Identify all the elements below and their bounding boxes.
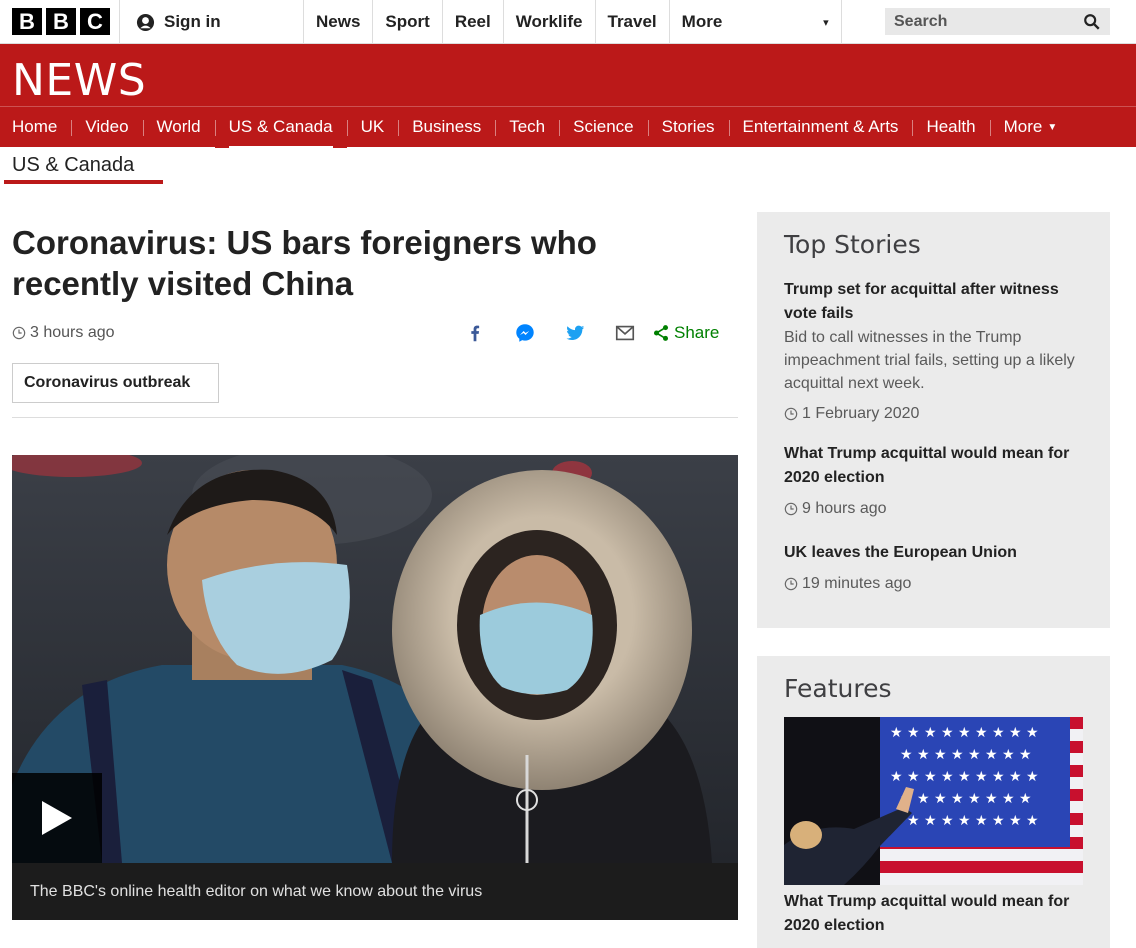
search-icon [1084, 13, 1100, 30]
top-story-item[interactable]: Trump set for acquittal after witness vo… [784, 278, 1089, 423]
story-headline[interactable]: What Trump acquittal would mean for 2020… [784, 442, 1089, 490]
story-time: 19 minutes ago [802, 575, 912, 592]
video-caption: The BBC's online health editor on what w… [12, 863, 738, 920]
svg-text:★ ★ ★ ★ ★ ★ ★ ★: ★ ★ ★ ★ ★ ★ ★ ★ [900, 791, 1032, 807]
email-share-button[interactable] [600, 320, 650, 346]
feature-image[interactable]: ★ ★ ★ ★ ★ ★ ★ ★ ★ ★ ★ ★ ★ ★ ★ ★ ★ ★ ★ ★ … [784, 717, 1083, 885]
facebook-icon [471, 325, 480, 342]
article-timestamp: 3 hours ago [12, 324, 115, 342]
play-icon [42, 801, 72, 835]
story-timestamp: 19 minutes ago [784, 575, 1089, 593]
subnav-health[interactable]: Health [912, 107, 989, 148]
subnav-us-canada[interactable]: US & Canada [214, 106, 347, 149]
messenger-share-button[interactable] [500, 320, 550, 346]
top-stories-panel: Top Stories Trump set for acquittal afte… [757, 212, 1110, 628]
topic-tag[interactable]: Coronavirus outbreak [12, 363, 219, 403]
story-summary: Bid to call witnesses in the Trump impea… [784, 329, 1075, 392]
messenger-icon [516, 324, 534, 342]
clock-icon [784, 577, 798, 591]
svg-text:★ ★ ★ ★ ★ ★ ★ ★ ★: ★ ★ ★ ★ ★ ★ ★ ★ ★ [890, 769, 1039, 785]
search-label: Search [894, 12, 948, 30]
clock-icon [784, 502, 798, 516]
nav-more-dropdown[interactable]: More ▾ [670, 0, 842, 44]
subnav-more[interactable]: More ▼ [989, 107, 1072, 148]
features-panel: Features ★ ★ ★ ★ ★ ★ ★ ★ ★ ★ ★ ★ ★ ★ ★ ★… [757, 656, 1110, 948]
subnav-science[interactable]: Science [559, 107, 647, 148]
top-story-item[interactable]: What Trump acquittal would mean for 2020… [784, 442, 1089, 518]
feature-headline[interactable]: What Trump acquittal would mean for 2020… [784, 890, 1089, 938]
subnav-more-label: More [1003, 117, 1043, 136]
nav-sport[interactable]: Sport [373, 0, 443, 44]
twitter-icon [566, 325, 585, 341]
section-underline [4, 180, 163, 184]
logo-letter: B [46, 8, 76, 35]
subnav-video[interactable]: Video [71, 107, 142, 148]
top-story-item[interactable]: UK leaves the European Union 19 minutes … [784, 541, 1089, 593]
clock-icon [784, 407, 798, 421]
caret-down-icon: ▼ [1047, 121, 1058, 133]
clock-icon [12, 326, 26, 340]
facebook-share-button[interactable] [450, 320, 500, 346]
nav-reel[interactable]: Reel [443, 0, 504, 44]
subnav-tech[interactable]: Tech [495, 107, 559, 148]
article-headline: Coronavirus: US bars foreigners who rece… [12, 224, 597, 302]
story-timestamp: 1 February 2020 [784, 405, 1089, 423]
story-time: 1 February 2020 [802, 405, 920, 422]
logo-letter: B [12, 8, 42, 35]
share-button[interactable]: Share [652, 323, 719, 343]
subnav-home[interactable]: Home [0, 107, 71, 148]
article-time: 3 hours ago [30, 324, 115, 341]
news-header: NEWS Home Video World US & Canada UK Bus… [0, 44, 1136, 149]
nav-travel[interactable]: Travel [596, 0, 670, 44]
news-subnav: Home Video World US & Canada UK Business… [0, 106, 1136, 149]
svg-text:★ ★ ★ ★ ★ ★ ★ ★ ★: ★ ★ ★ ★ ★ ★ ★ ★ ★ [890, 813, 1039, 829]
bbc-logo[interactable]: B B C [12, 8, 110, 35]
share-icon [653, 325, 669, 341]
subnav-entertainment[interactable]: Entertainment & Arts [728, 107, 913, 148]
share-tools: Share [450, 320, 719, 346]
subnav-stories[interactable]: Stories [647, 107, 729, 148]
svg-text:★ ★ ★ ★ ★ ★ ★ ★: ★ ★ ★ ★ ★ ★ ★ ★ [900, 747, 1032, 763]
nav-news[interactable]: News [304, 0, 374, 44]
news-title[interactable]: NEWS [12, 55, 146, 106]
svg-text:★ ★ ★ ★ ★ ★ ★ ★ ★: ★ ★ ★ ★ ★ ★ ★ ★ ★ [890, 725, 1039, 741]
subnav-uk[interactable]: UK [346, 107, 399, 148]
sign-in-label: Sign in [164, 12, 221, 31]
features-title: Features [784, 674, 892, 703]
section-title[interactable]: US & Canada [12, 154, 134, 177]
divider [12, 417, 738, 418]
chevron-down-icon: ▾ [823, 16, 829, 29]
nav-more-label: More [681, 12, 723, 31]
subnav-world[interactable]: World [142, 107, 215, 148]
nav-worklife[interactable]: Worklife [504, 0, 596, 44]
video-player[interactable]: The BBC's online health editor on what w… [12, 455, 738, 920]
sign-in-button[interactable]: Sign in [119, 0, 304, 44]
twitter-share-button[interactable] [550, 320, 600, 346]
top-stories-title: Top Stories [784, 230, 921, 259]
story-time: 9 hours ago [802, 500, 887, 517]
email-icon [615, 325, 635, 341]
flag-photo: ★ ★ ★ ★ ★ ★ ★ ★ ★ ★ ★ ★ ★ ★ ★ ★ ★ ★ ★ ★ … [784, 717, 1083, 885]
logo-letter: C [80, 8, 110, 35]
subnav-business[interactable]: Business [398, 107, 495, 148]
story-headline[interactable]: UK leaves the European Union [784, 541, 1089, 565]
share-label: Share [674, 323, 720, 342]
story-headline[interactable]: Trump set for acquittal after witness vo… [784, 278, 1089, 326]
story-timestamp: 9 hours ago [784, 500, 1089, 518]
global-header: B B C Sign in News Sport Reel Worklife T… [0, 0, 1136, 44]
search-box[interactable]: Search [885, 8, 1110, 35]
video-thumbnail [12, 455, 738, 863]
play-button[interactable] [12, 773, 102, 863]
global-nav: News Sport Reel Worklife Travel More ▾ [304, 0, 842, 44]
user-icon [136, 13, 155, 31]
